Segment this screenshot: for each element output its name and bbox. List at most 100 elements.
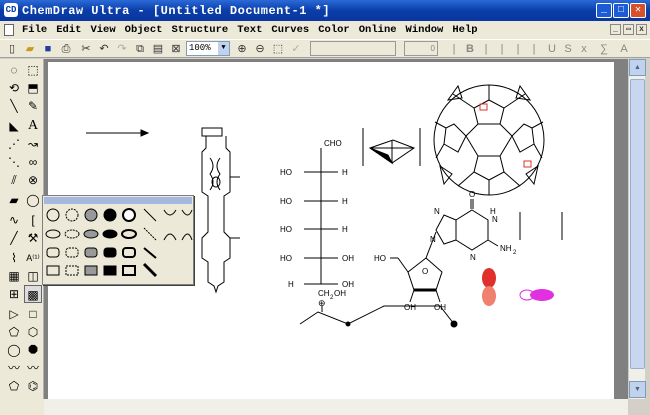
scroll-thumb[interactable] bbox=[630, 79, 645, 369]
table-tool-icon[interactable]: ▦ bbox=[5, 267, 23, 285]
window-title: ChemDraw Ultra - [Untitled Document-1 *] bbox=[22, 4, 331, 18]
menu-window[interactable]: Window bbox=[406, 24, 444, 36]
zoom-fit-icon[interactable]: ⬚ bbox=[270, 41, 286, 57]
text-tool-icon[interactable]: A bbox=[24, 117, 42, 135]
scroll-up-icon[interactable]: ▲ bbox=[629, 59, 646, 76]
menu-text[interactable]: Text bbox=[237, 24, 262, 36]
purine-n1: N bbox=[492, 215, 498, 224]
fischer-right-1: H bbox=[342, 168, 348, 177]
pentagon-ring-icon[interactable]: ⬠ bbox=[5, 323, 23, 341]
ring-tool-icon[interactable]: ◯ bbox=[24, 191, 42, 209]
redo-icon[interactable]: ↷ bbox=[114, 41, 130, 57]
align-center-icon[interactable]: | bbox=[510, 41, 526, 57]
document-icon[interactable] bbox=[4, 24, 14, 36]
mdi-close-button[interactable]: x bbox=[636, 24, 647, 35]
bracket-icon[interactable]: [ bbox=[24, 211, 42, 229]
menu-color[interactable]: Color bbox=[318, 24, 350, 36]
scroll-down-icon[interactable]: ▼ bbox=[629, 381, 646, 398]
italic-icon[interactable]: | bbox=[478, 41, 494, 57]
carbocation-label: ⊕ bbox=[318, 298, 326, 308]
template-grid[interactable] bbox=[44, 206, 194, 286]
underline-icon[interactable]: U bbox=[544, 41, 560, 57]
close-button[interactable]: ✕ bbox=[630, 3, 646, 18]
new-document-icon[interactable]: ▯ bbox=[4, 41, 20, 57]
orbital-icon[interactable]: ∞ bbox=[24, 153, 42, 171]
marquee-icon[interactable]: ⬚ bbox=[24, 61, 42, 79]
undo-icon[interactable]: ↶ bbox=[96, 41, 112, 57]
chevron-down-icon[interactable]: ▼ bbox=[218, 42, 229, 55]
horizontal-scrollbar[interactable] bbox=[44, 399, 628, 415]
copy-icon[interactable]: ⧉ bbox=[132, 41, 148, 57]
arrow-tool-icon[interactable]: ↝ bbox=[24, 135, 42, 153]
heptagon-ring-icon[interactable]: ◯ bbox=[5, 341, 23, 359]
tlc-plate-icon[interactable]: ◫ bbox=[24, 267, 42, 285]
condenser-glassware bbox=[201, 127, 240, 294]
purine-n7: N bbox=[434, 207, 440, 216]
bold-icon[interactable]: B bbox=[462, 41, 478, 57]
chemdraw-window: CD ChemDraw Ultra - [Untitled Document-1… bbox=[0, 0, 650, 415]
fischer-right-3: H bbox=[342, 225, 348, 234]
app-icon[interactable]: CD bbox=[4, 3, 18, 17]
size-field[interactable]: 0 bbox=[404, 41, 438, 56]
menu-online[interactable]: Online bbox=[359, 24, 397, 36]
save-icon[interactable]: ■ bbox=[40, 41, 56, 57]
clear-icon[interactable]: ⊠ bbox=[168, 41, 184, 57]
zoom-select[interactable]: 100% ▼ bbox=[186, 41, 230, 56]
text-color-icon[interactable]: A bbox=[616, 41, 632, 57]
zoom-out-icon[interactable]: ⊖ bbox=[252, 41, 268, 57]
pen-icon[interactable]: ✎ bbox=[24, 97, 42, 115]
formula-icon[interactable]: ∑ bbox=[596, 41, 612, 57]
menu-view[interactable]: View bbox=[90, 24, 115, 36]
menu-structure[interactable]: Structure bbox=[171, 24, 228, 36]
open-folder-icon[interactable]: ▰ bbox=[22, 41, 38, 57]
template-palette-icon[interactable]: ▩ bbox=[24, 285, 42, 303]
print-icon[interactable]: ⎙ bbox=[58, 41, 74, 57]
menu-object[interactable]: Object bbox=[125, 24, 163, 36]
double-bond-icon[interactable]: ⫽ bbox=[5, 171, 23, 189]
wavy-bond-icon[interactable]: ∿ bbox=[5, 211, 23, 229]
cyclopentadiene-icon[interactable]: ⬠ bbox=[5, 377, 23, 395]
triangle-ring-icon[interactable]: ▷ bbox=[5, 305, 23, 323]
check-structure-icon[interactable]: ✓ bbox=[288, 41, 304, 57]
vertical-scrollbar[interactable]: ▲ ▼ bbox=[628, 59, 646, 399]
hammer-icon[interactable]: ⚒ bbox=[24, 229, 42, 247]
bold-bond-icon[interactable]: ▰ bbox=[5, 191, 23, 209]
hexagon-ring-icon[interactable]: ⬡ bbox=[24, 323, 42, 341]
drawing-element-icon[interactable]: ⊗ bbox=[24, 171, 42, 189]
minimize-button[interactable]: _ bbox=[596, 3, 612, 18]
paste-icon[interactable]: ▤ bbox=[150, 41, 166, 57]
menu-file[interactable]: File bbox=[22, 24, 47, 36]
eraser-icon[interactable]: ⬒ bbox=[24, 79, 42, 97]
aromatic-bond-icon[interactable]: ╱ bbox=[5, 229, 23, 247]
mdi-restore-button[interactable]: ▭ bbox=[623, 24, 634, 35]
align-right-icon[interactable]: | bbox=[526, 41, 542, 57]
acyclic-chain-icon[interactable]: A⁽¹⁾ bbox=[24, 249, 42, 267]
superscript-icon[interactable]: x bbox=[576, 41, 592, 57]
dashed-bond-icon[interactable]: ⋱ bbox=[5, 153, 23, 171]
subscript-icon[interactable]: S bbox=[560, 41, 576, 57]
menu-curves[interactable]: Curves bbox=[271, 24, 309, 36]
template-icon[interactable]: ⊞ bbox=[5, 285, 23, 303]
lasso-icon[interactable]: ◌ bbox=[5, 61, 23, 79]
menu-edit[interactable]: Edit bbox=[56, 24, 81, 36]
maximize-button[interactable]: □ bbox=[613, 3, 629, 18]
amine-sub: 2 bbox=[513, 250, 517, 256]
square-ring-icon[interactable]: □ bbox=[24, 305, 42, 323]
zoom-in-icon[interactable]: ⊕ bbox=[234, 41, 250, 57]
menu-help[interactable]: Help bbox=[452, 24, 477, 36]
mdi-minimize-button[interactable]: _ bbox=[610, 24, 621, 35]
cyclohexane-chair-2-icon[interactable]: 〰 bbox=[24, 359, 42, 377]
font-field[interactable] bbox=[310, 41, 396, 56]
structure-perspective-icon[interactable]: ⟲ bbox=[5, 79, 23, 97]
solid-bond-icon[interactable]: ╲ bbox=[5, 97, 23, 115]
benzene-ring-icon[interactable]: ⌬ bbox=[24, 377, 42, 395]
cut-icon[interactable]: ✂ bbox=[78, 41, 94, 57]
popup-title-bar[interactable] bbox=[44, 197, 192, 204]
wedge-bond-icon[interactable]: ◣ bbox=[5, 117, 23, 135]
style-plain-icon[interactable]: | bbox=[446, 41, 462, 57]
align-left-icon[interactable]: | bbox=[494, 41, 510, 57]
cyclohexane-chair-icon[interactable]: 〰 bbox=[5, 359, 23, 377]
hashed-bond-icon[interactable]: ⋰ bbox=[5, 135, 23, 153]
octagon-ring-icon[interactable]: ⯃ bbox=[24, 341, 42, 359]
chain-tool-icon[interactable]: ⌇ bbox=[5, 249, 23, 267]
